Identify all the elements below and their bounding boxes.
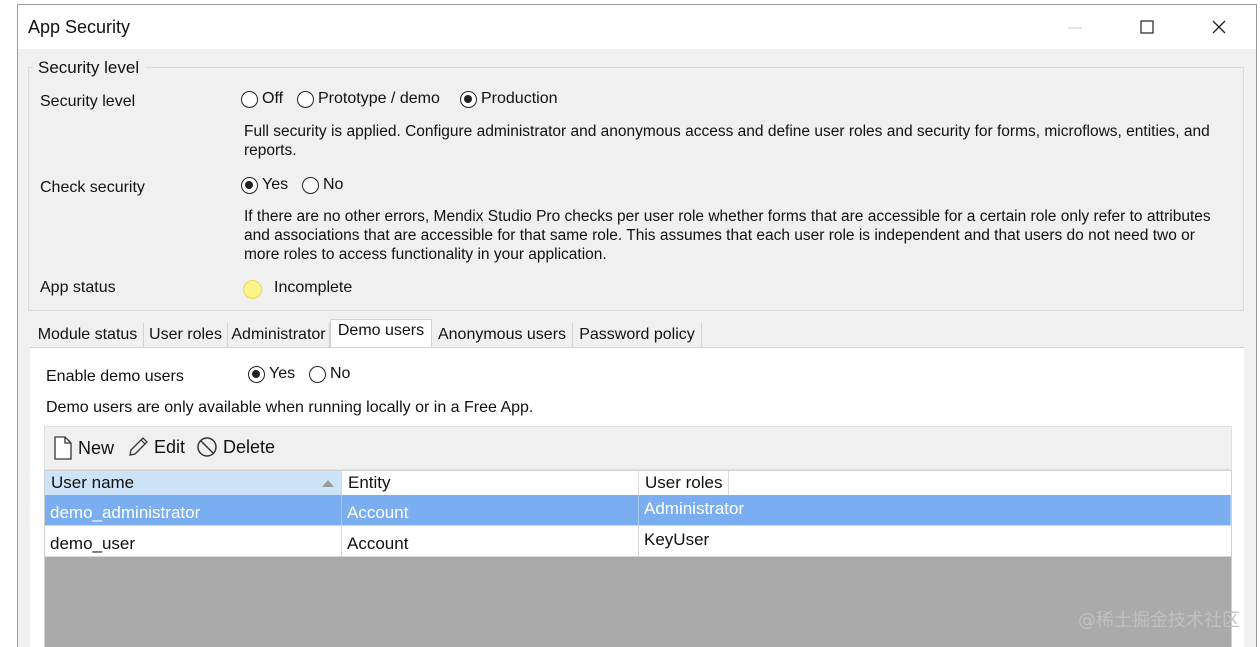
radio-production-circle xyxy=(460,90,477,108)
group-border xyxy=(146,67,1244,68)
app-status-value: Incomplete xyxy=(274,279,353,296)
tab-module-status[interactable]: Module status xyxy=(32,323,144,348)
demo-users-toolbar: New Edit Delete xyxy=(44,426,1232,470)
cell-entity: Account xyxy=(342,495,639,525)
table-row[interactable]: demo_user Account KeyUser xyxy=(45,526,1231,557)
column-header-user-roles[interactable]: User roles xyxy=(639,471,729,495)
watermark: @稀土掘金技术社区 xyxy=(1078,610,1240,631)
minimize-icon xyxy=(1068,27,1082,29)
radio-prototype-circle xyxy=(297,90,314,108)
cell-user-name: demo_user xyxy=(45,526,342,556)
radio-demo-yes[interactable]: Yes xyxy=(248,365,295,383)
radio-check-no-label: No xyxy=(323,176,344,193)
radio-check-yes[interactable]: Yes xyxy=(241,176,288,194)
cell-user-name: demo_administrator xyxy=(45,495,342,525)
radio-demo-no-label: No xyxy=(330,365,351,382)
title-bar: App Security xyxy=(18,5,1256,49)
close-icon xyxy=(1212,20,1226,34)
radio-security-prototype[interactable]: Prototype / demo xyxy=(297,90,440,108)
radio-check-yes-label: Yes xyxy=(262,176,289,193)
radio-security-off[interactable]: Off xyxy=(241,90,283,108)
radio-production-label: Production xyxy=(481,90,558,107)
table-row[interactable]: demo_administrator Account Administrator xyxy=(45,495,1231,526)
column-header-user-name[interactable]: User name xyxy=(45,471,342,495)
edit-button-label: Edit xyxy=(154,436,186,457)
app-security-window: App Security Security level Security lev… xyxy=(17,4,1257,647)
status-indicator-icon xyxy=(243,280,262,299)
security-level-group xyxy=(28,67,1244,311)
close-button[interactable] xyxy=(1184,5,1256,49)
tab-anonymous-users[interactable]: Anonymous users xyxy=(432,323,573,348)
security-group-legend: Security level xyxy=(36,58,142,78)
column-header-label: User name xyxy=(51,473,135,492)
app-status-label: App status xyxy=(40,279,116,296)
tab-demo-users[interactable]: Demo users xyxy=(330,319,432,349)
radio-security-production[interactable]: Production xyxy=(460,90,558,108)
pencil-icon xyxy=(129,437,148,456)
check-security-label: Check security xyxy=(40,179,145,196)
maximize-icon xyxy=(1140,20,1154,34)
security-level-label: Security level xyxy=(40,93,136,110)
maximize-button[interactable] xyxy=(1112,5,1184,49)
cell-entity: Account xyxy=(342,526,639,556)
radio-check-yes-circle xyxy=(241,176,258,194)
demo-users-table: User name Entity User roles demo_adminis… xyxy=(44,470,1232,647)
minimize-button[interactable] xyxy=(1040,5,1112,49)
new-button-label: New xyxy=(78,437,115,458)
cell-user-roles: KeyUser xyxy=(644,530,710,549)
demo-users-note: Demo users are only available when runni… xyxy=(46,399,534,416)
radio-demo-no-circle xyxy=(309,365,326,383)
new-document-icon xyxy=(54,436,72,460)
tab-password-policy[interactable]: Password policy xyxy=(573,323,702,348)
window-title: App Security xyxy=(28,17,131,37)
table-header: User name Entity User roles xyxy=(45,471,1231,496)
security-level-description: Full security is applied. Configure admi… xyxy=(244,123,1210,159)
radio-prototype-label: Prototype / demo xyxy=(318,90,440,107)
enable-demo-users-label: Enable demo users xyxy=(46,368,184,385)
delete-button-label: Delete xyxy=(223,436,276,457)
radio-demo-yes-circle xyxy=(248,365,265,383)
radio-check-no[interactable]: No xyxy=(302,176,343,194)
sort-ascending-icon xyxy=(322,480,334,487)
radio-off-circle xyxy=(241,90,258,108)
tab-user-roles[interactable]: User roles xyxy=(144,323,228,348)
radio-check-no-circle xyxy=(302,176,319,194)
group-border xyxy=(28,67,33,68)
radio-off-label: Off xyxy=(262,90,284,107)
cell-user-roles: Administrator xyxy=(639,495,1231,525)
tab-administrator[interactable]: Administrator xyxy=(228,323,330,348)
check-security-description: If there are no other errors, Mendix Stu… xyxy=(244,208,1211,263)
prohibited-icon xyxy=(197,437,217,457)
demo-users-panel: Enable demo users Yes No Demo users are … xyxy=(30,347,1244,647)
column-header-entity[interactable]: Entity xyxy=(342,471,639,495)
delete-button[interactable]: Delete xyxy=(196,436,275,458)
radio-demo-no[interactable]: No xyxy=(309,365,350,383)
edit-button[interactable]: Edit xyxy=(127,436,185,458)
new-button[interactable]: New xyxy=(53,436,114,460)
radio-demo-yes-label: Yes xyxy=(269,365,296,382)
